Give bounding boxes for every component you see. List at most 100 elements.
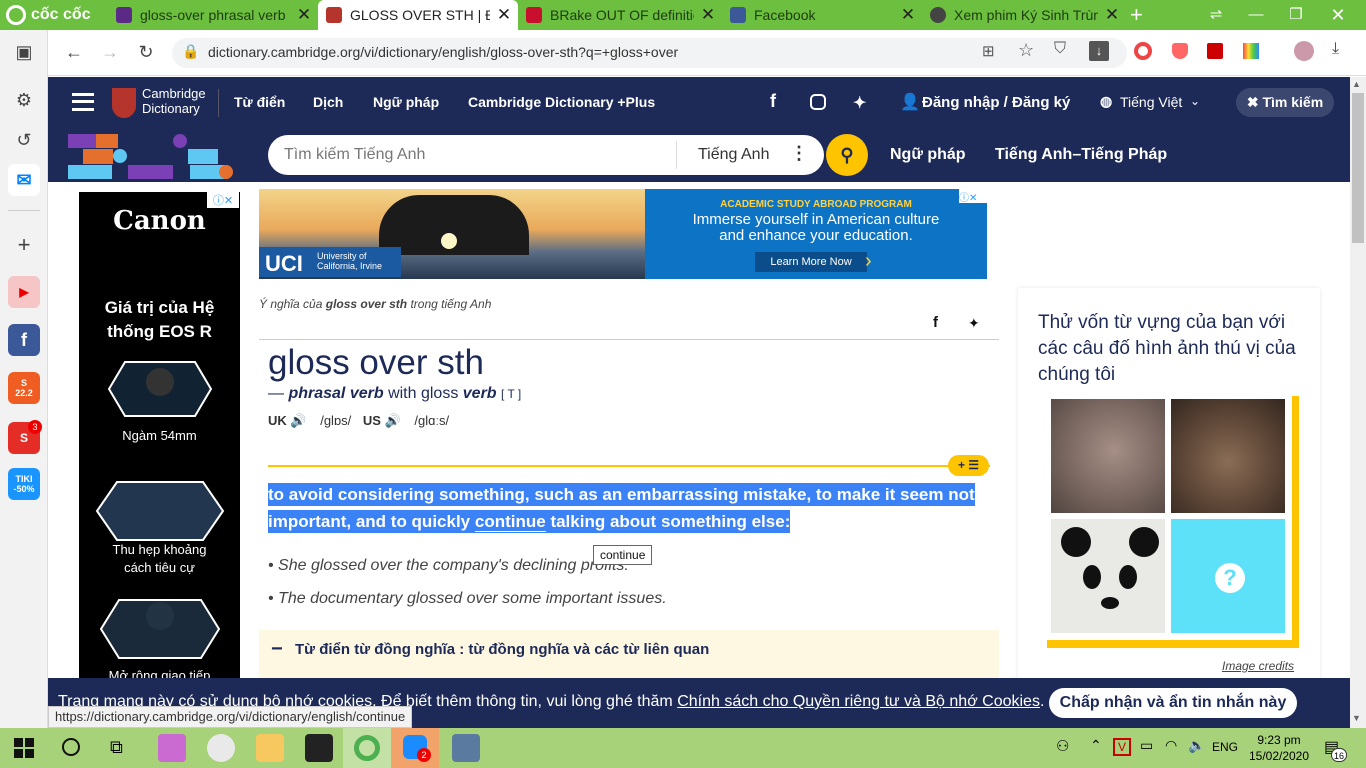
close-icon[interactable]: ✕ [1104,5,1120,25]
app-paint-icon[interactable] [158,734,186,762]
tab-2[interactable]: GLOSS OVER STH | Định ✕ [318,0,518,30]
shopee-icon[interactable]: S 22.2 [8,372,40,404]
add-to-list-button[interactable]: + ☰ [948,455,989,476]
twitter-icon[interactable]: ✦ [853,93,866,113]
facebook-icon[interactable]: f [8,324,40,356]
facebook-icon[interactable]: f [770,91,776,112]
settings-icon[interactable]: ⚙ [12,90,36,111]
seal-image[interactable] [1170,398,1286,514]
search-icon[interactable] [62,738,80,756]
search-input[interactable]: Tìm kiếm Tiếng Anh Tiếng Anh ⋮ [268,135,824,175]
windows-start-icon[interactable] [14,738,34,758]
close-icon[interactable]: ✕ [900,5,916,25]
more-options-icon[interactable]: ⋮ [790,143,808,164]
coccoc-taskbar-button[interactable] [343,728,391,768]
tab-1[interactable]: gloss-over phrasal verb ✕ [108,0,318,30]
menu-icon[interactable] [72,93,94,111]
unikey-icon[interactable]: V [1113,738,1131,756]
search-button[interactable]: ⚲ [826,134,868,176]
hippo-image[interactable] [1050,398,1166,514]
maximize-icon[interactable]: ❐ [1276,0,1316,30]
history-icon[interactable]: ↺ [12,130,36,151]
extension-rose-icon[interactable] [1134,42,1152,60]
nav-translate[interactable]: Dịch [313,94,343,110]
nav-dictionary[interactable]: Từ điển [234,94,285,110]
coccoc-logo[interactable]: cốc cốc [6,3,91,27]
app-snip-icon[interactable] [207,734,235,762]
nav-plus[interactable]: Cambridge Dictionary +Plus [468,94,655,110]
nav-grammar[interactable]: Ngữ pháp [373,94,439,110]
reload-icon[interactable]: ↻ [134,42,158,63]
uk-audio-icon[interactable]: 🔊 [290,413,306,428]
file-explorer-icon[interactable] [256,734,284,762]
scroll-down-icon[interactable]: ▼ [1352,713,1361,723]
input-language[interactable]: ENG [1212,740,1238,754]
scroll-thumb[interactable] [1352,93,1364,243]
people-icon[interactable]: ⚇ [1056,737,1069,755]
grammar-link[interactable]: Ngữ pháp [890,146,966,164]
bilingual-link[interactable]: Tiếng Anh–Tiếng Pháp [995,146,1167,164]
tiki-icon[interactable]: TIKI -50% [8,468,40,500]
translate-icon[interactable]: ⊞ [982,42,995,60]
login-link[interactable]: Đăng nhập / Đăng ký [922,94,1070,111]
language-select[interactable]: Tiếng Việt [1120,94,1182,110]
close-icon[interactable]: ✕ [496,5,512,25]
chevron-up-icon[interactable]: ⌃ [1090,737,1102,754]
close-icon[interactable]: ✕ [296,5,312,25]
new-tab-button[interactable]: + [1130,2,1143,28]
wifi-icon[interactable]: ◠ [1165,737,1177,754]
add-panel-icon[interactable]: + [12,232,36,258]
tab-title: Xem phim Ký Sinh Trùng [954,7,1098,23]
us-audio-icon[interactable]: 🔊 [385,413,401,428]
adblock-icon[interactable] [1172,43,1188,59]
collapse-icon[interactable]: − [271,638,283,661]
clock[interactable]: 9:23 pm 15/02/2020 [1244,732,1314,764]
task-view-icon[interactable]: ⧉ [110,737,123,758]
search-toggle-button[interactable]: ✖ Tìm kiếm [1236,88,1334,117]
tab-4[interactable]: Facebook ✕ [722,0,922,30]
learn-more-button[interactable]: Learn More Now [755,252,867,272]
chevron-down-icon[interactable]: ⌄ [1190,94,1200,108]
page-scrollbar[interactable]: ▲ ▼ [1350,77,1366,728]
definition-link-continue[interactable]: continue [474,512,546,532]
image-credits-link[interactable]: Image credits [1222,659,1294,673]
youtube-icon[interactable]: ▶ [8,276,40,308]
extension-color-icon[interactable] [1243,43,1259,59]
zalo-taskbar-button[interactable]: 2 [391,728,439,768]
cookie-policy-link[interactable]: Chính sách cho Quyền riêng tư và Bộ nhớ … [677,693,1040,710]
accept-cookies-button[interactable]: Chấp nhận và ẩn tin nhắn này [1049,688,1297,718]
extension-red-icon[interactable] [1207,43,1223,59]
minimize-icon[interactable]: — [1236,0,1276,30]
bookmark-star-icon[interactable]: ☆ [1018,40,1034,61]
site-logo[interactable]: Cambridge Dictionary [142,86,206,116]
app-sticky-icon[interactable] [305,734,333,762]
sidebar-toggle-icon[interactable]: ▣ [12,42,36,63]
url-text[interactable]: dictionary.cambridge.org/vi/dictionary/e… [208,44,678,60]
uci-ad[interactable]: UCI University of California, Irvine ⓘ✕ A… [259,189,987,279]
unknown-animal-tile[interactable]: ? [1170,518,1286,634]
back-icon[interactable]: ← [62,42,86,63]
messenger-icon[interactable]: ✉ [8,164,40,196]
tab-5[interactable]: Xem phim Ký Sinh Trùng ✕ [922,0,1126,30]
forward-icon[interactable]: → [98,42,122,63]
window-close-icon[interactable]: ✕ [1318,0,1358,30]
download-icon[interactable]: ↓ [1089,41,1109,61]
battery-icon[interactable]: ▭ [1140,737,1153,754]
thesaurus-box[interactable]: − Từ điển từ đồng nghĩa : từ đồng nghĩa … [259,630,999,680]
canon-ad[interactable]: ⓘ✕ Canon Giá trị của Hệ thống EOS R Ngàm… [79,192,240,682]
close-icon[interactable]: ✕ [700,5,716,25]
volume-icon[interactable]: 🔈 [1188,737,1205,754]
app-tool-icon[interactable] [452,734,480,762]
panda-image[interactable] [1050,518,1166,634]
shield-icon[interactable]: ⛉ [1054,40,1066,58]
tab-list-icon[interactable]: ⇌ [1196,0,1236,30]
share-facebook-icon[interactable]: f [933,314,938,331]
search-language-select[interactable]: Tiếng Anh [698,146,769,164]
tab-3[interactable]: BRake OUT OF definitio ✕ [518,0,722,30]
quiz-widget[interactable]: Thử vốn từ vựng của bạn với các câu đố h… [1018,288,1320,688]
share-twitter-icon[interactable]: ✦ [968,315,980,332]
instagram-icon[interactable] [810,94,826,110]
profile-avatar[interactable] [1294,41,1314,61]
downloads-icon[interactable]: ⤓ [1332,40,1339,58]
scroll-up-icon[interactable]: ▲ [1352,79,1361,89]
